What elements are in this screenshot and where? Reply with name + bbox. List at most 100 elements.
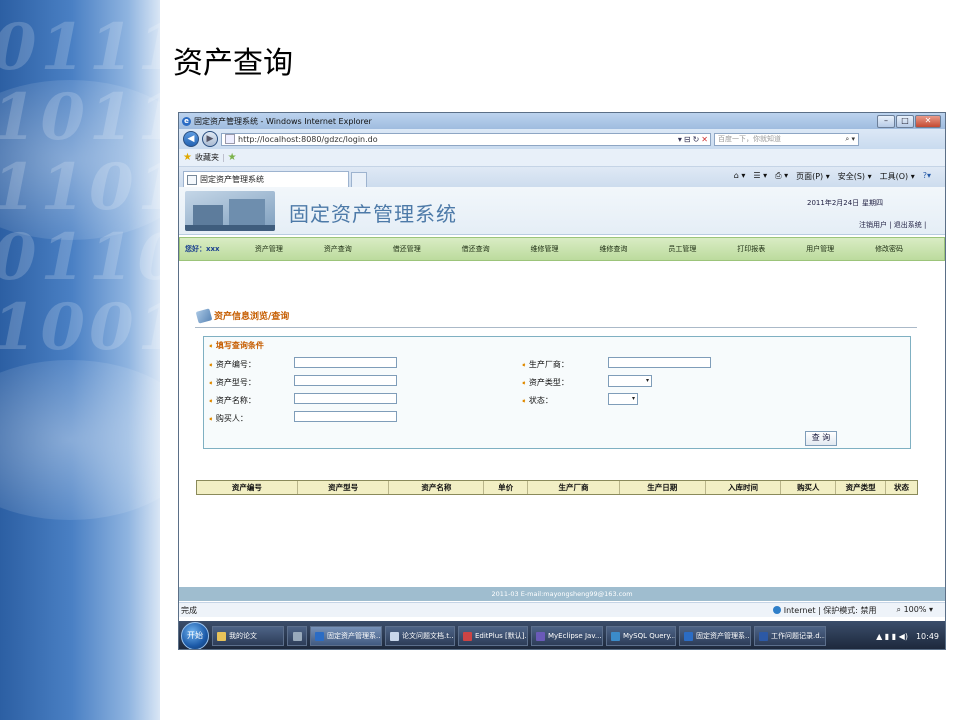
feeds-icon[interactable]: ☰ ▾ <box>753 171 767 182</box>
windows-taskbar: 开始 我的论文 固定资产管理系... 论文问题文档.t... EditPlus … <box>179 621 945 649</box>
asset-no-input[interactable] <box>294 357 397 368</box>
arrow-icon: ➧ <box>208 379 214 387</box>
logout-links[interactable]: 注销用户 | 退出系统 | <box>859 220 926 230</box>
main-menu: 您好：xxx 资产管理 资产查询 借还管理 借还查询 维修管理 维修查询 员工管… <box>179 237 945 261</box>
maximize-button[interactable]: □ <box>896 114 914 128</box>
asset-type-select[interactable]: ▾ <box>608 375 652 387</box>
compat-icon[interactable]: ⊟ <box>684 135 691 144</box>
taskbar-label: 固定资产管理系... <box>696 632 751 640</box>
print-icon[interactable]: ⎙ ▾ <box>775 171 788 182</box>
zone-text: Internet | 保护模式: 禁用 <box>783 605 877 615</box>
buyer-label: ➧ 购买人： <box>208 413 248 424</box>
taskbar-item[interactable]: 论文问题文档.t... <box>385 626 455 646</box>
favorites-label[interactable]: 收藏夹 <box>195 152 219 163</box>
menu-asset-management[interactable]: 资产管理 <box>255 244 324 254</box>
taskbar-label: EditPlus [默认]... <box>475 632 528 640</box>
search-icon[interactable]: ⌕ ▾ <box>845 135 858 144</box>
new-tab-button[interactable] <box>351 172 367 187</box>
tab-row: 固定资产管理系统 ⌂ ▾ ☰ ▾ ⎙ ▾ 页面(P) ▾ 安全(S) ▾ 工具(… <box>179 167 945 187</box>
status-select[interactable]: ▾ <box>608 393 638 405</box>
asset-no-label-text: 资产编号： <box>215 360 256 369</box>
page-menu[interactable]: 页面(P) ▾ <box>796 171 830 182</box>
taskbar-item[interactable] <box>287 626 307 646</box>
taskbar-item[interactable]: 我的论文 <box>212 626 284 646</box>
menu-borrow-management[interactable]: 借还管理 <box>393 244 462 254</box>
buyer-label-text: 购买人： <box>215 414 248 423</box>
manufacturer-label-text: 生产厂商： <box>528 360 569 369</box>
menu-repair-query[interactable]: 维修查询 <box>599 244 668 254</box>
clock[interactable]: 10:49 <box>916 632 939 641</box>
address-bar[interactable]: http://localhost:8080/gdzc/login.do ▾ ⊟ … <box>221 132 711 146</box>
zone-indicator[interactable]: Internet | 保护模式: 禁用 <box>772 605 877 616</box>
status-label-text: 状态： <box>528 396 553 405</box>
add-favorite-icon[interactable]: ★ <box>228 152 237 163</box>
search-input[interactable]: 百度一下，你就知道 ⌕ ▾ <box>714 132 859 146</box>
zoom-control[interactable]: ⌕ 100% ▾ <box>897 605 933 615</box>
taskbar-label: 论文问题文档.t... <box>402 632 455 640</box>
tab-label: 固定资产管理系统 <box>200 175 264 184</box>
query-button[interactable]: 查 询 <box>805 431 837 446</box>
section-title: 资产信息浏览/查询 <box>195 307 290 324</box>
dropdown-icon[interactable]: ▾ <box>678 135 682 144</box>
col-buyer[interactable]: 购买人 <box>781 481 837 494</box>
menu-borrow-query[interactable]: 借还查询 <box>462 244 531 254</box>
col-asset-type[interactable]: 资产类型 <box>836 481 887 494</box>
minimize-button[interactable]: – <box>877 114 895 128</box>
results-table-header: 资产编号 资产型号 资产名称 单价 生产厂商 生产日期 入库时间 购买人 资产类… <box>196 480 918 495</box>
separator: | <box>221 153 225 162</box>
safety-menu[interactable]: 安全(S) ▾ <box>838 171 872 182</box>
col-asset-model[interactable]: 资产型号 <box>298 481 390 494</box>
col-asset-name[interactable]: 资产名称 <box>389 481 485 494</box>
stop-icon[interactable]: ✕ <box>701 135 708 144</box>
home-icon[interactable]: ⌂ ▾ <box>734 171 746 182</box>
browser-tab[interactable]: 固定资产管理系统 <box>183 171 349 187</box>
asset-name-input[interactable] <box>294 393 397 404</box>
menu-asset-query[interactable]: 资产查询 <box>324 244 393 254</box>
close-button[interactable]: ✕ <box>915 114 941 128</box>
menu-repair-management[interactable]: 维修管理 <box>531 244 600 254</box>
section-title-text: 资产信息浏览/查询 <box>214 312 290 322</box>
window-title: 固定资产管理系统 - Windows Internet Explorer <box>194 116 372 126</box>
refresh-icon[interactable]: ↻ <box>693 135 700 144</box>
col-asset-no[interactable]: 资产编号 <box>197 481 298 494</box>
col-manufacturer[interactable]: 生产厂商 <box>528 481 620 494</box>
menu-print-report[interactable]: 打印报表 <box>737 244 806 254</box>
arrow-icon: ➧ <box>208 342 214 350</box>
taskbar-label: 我的论文 <box>229 632 257 640</box>
forward-icon[interactable]: ▶ <box>202 131 218 147</box>
slide-title: 资产查询 <box>173 46 293 81</box>
back-icon[interactable]: ◀ <box>183 131 199 147</box>
menu-user-management[interactable]: 用户管理 <box>806 244 875 254</box>
buyer-input[interactable] <box>294 411 397 422</box>
asset-model-input[interactable] <box>294 375 397 386</box>
asset-model-label: ➧ 资产型号： <box>208 377 256 388</box>
globe-icon <box>772 606 781 614</box>
taskbar-item-active[interactable]: 固定资产管理系... <box>310 626 382 646</box>
favorites-star-icon[interactable]: ★ <box>183 152 192 163</box>
col-unit-price[interactable]: 单价 <box>484 481 529 494</box>
manufacturer-input[interactable] <box>608 357 711 368</box>
asset-model-label-text: 资产型号： <box>215 378 256 387</box>
help-icon[interactable]: ?▾ <box>923 171 931 182</box>
tools-menu[interactable]: 工具(O) ▾ <box>880 171 915 182</box>
menu-change-password[interactable]: 修改密码 <box>875 244 944 254</box>
taskbar-item[interactable]: 工作问题记录.d... <box>754 626 826 646</box>
col-production-date[interactable]: 生产日期 <box>620 481 706 494</box>
start-button[interactable]: 开始 <box>181 622 209 649</box>
slide-decoration: 01110 1011 11010 0110 10011 <box>0 0 160 720</box>
arrow-icon: ➧ <box>521 397 527 405</box>
taskbar-item[interactable]: MySQL Query... <box>606 626 676 646</box>
page-icon <box>225 134 235 144</box>
menu-staff-management[interactable]: 员工管理 <box>668 244 737 254</box>
col-status[interactable]: 状态 <box>886 481 917 494</box>
col-storage-time[interactable]: 入库时间 <box>706 481 782 494</box>
taskbar-label: 工作问题记录.d... <box>771 632 826 640</box>
divider <box>195 327 917 328</box>
taskbar-item[interactable]: 固定资产管理系... <box>679 626 751 646</box>
taskbar-item[interactable]: MyEclipse Jav... <box>531 626 603 646</box>
taskbar-item[interactable]: EditPlus [默认]... <box>458 626 528 646</box>
tray-icons[interactable]: ▲ ▮ ▮ ◀) <box>876 632 908 641</box>
taskbar-label: MySQL Query... <box>623 632 676 640</box>
decoration-glow <box>0 360 160 520</box>
app-title: 固定资产管理系统 <box>289 202 457 226</box>
